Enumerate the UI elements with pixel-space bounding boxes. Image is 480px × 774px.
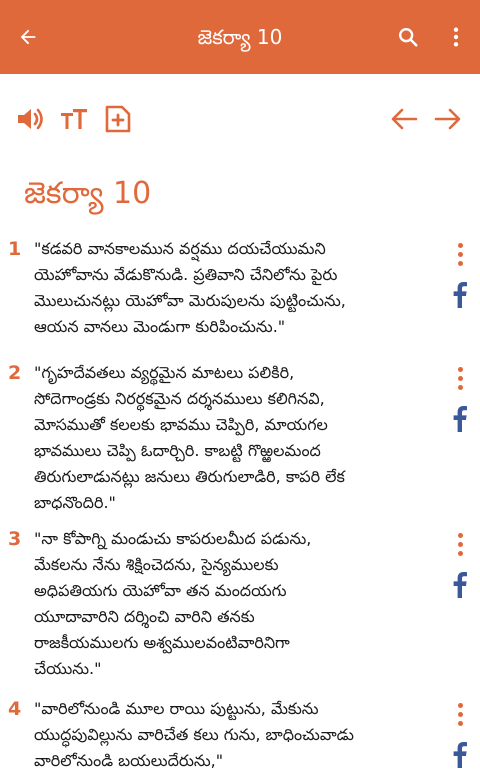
verse-line: ఆయన వానలు మెండుగా కురిపించును." xyxy=(34,317,286,336)
verse-line: మోసముతో కలలకు భావము చెప్పిరి, మాయగల xyxy=(34,415,328,434)
facebook-icon xyxy=(453,742,467,768)
verse-number: 3 xyxy=(8,528,22,550)
verse-line: బాధనొందిరి." xyxy=(34,493,116,512)
verse-menu-button[interactable] xyxy=(448,360,472,396)
search-button[interactable] xyxy=(384,0,432,74)
facebook-share-button[interactable] xyxy=(448,740,472,770)
more-vert-icon xyxy=(453,27,459,47)
verse-line: సోదెగాండ్రకు నిరర్థకమైన దర్శనములు కలిగిన… xyxy=(34,389,325,408)
verse-text: "కడవరి వానకాలమున వర్షము దయచేయుమని యెహోవా… xyxy=(34,236,430,340)
add-note-button[interactable] xyxy=(98,99,138,139)
chapter-navigation xyxy=(382,99,470,139)
text-size-icon xyxy=(61,109,87,129)
verse-line: "గృహదేవతలు వ్యర్థమైన మాటలు పలికిరి, xyxy=(34,363,295,382)
verse-line: చేయును." xyxy=(34,659,102,678)
verse-line: "నా కోపాగ్ని మండుచు కాపరులమీద పడును, xyxy=(34,529,312,548)
verse-menu-button[interactable] xyxy=(448,526,472,562)
verse-number: 1 xyxy=(8,238,22,260)
verse-actions xyxy=(448,236,472,310)
verse-actions xyxy=(448,360,472,434)
verse-line: యెహోవాను వేడుకొనుడి. ప్రతివాని చేనిలోను … xyxy=(34,265,338,284)
next-chapter-button[interactable] xyxy=(426,99,470,139)
arrow-left-icon xyxy=(20,29,36,45)
verse-item: 4 "వారిలోనుండి మూల రాయి పుట్టును, మేకును… xyxy=(8,696,480,774)
facebook-share-button[interactable] xyxy=(448,280,472,310)
verse-actions xyxy=(448,696,472,770)
text-size-button[interactable] xyxy=(54,99,94,139)
verse-item: 2 "గృహదేవతలు వ్యర్థమైన మాటలు పలికిరి, సో… xyxy=(8,360,480,516)
verse-list: 1 "కడవరి వానకాలమున వర్షము దయచేయుమని యెహో… xyxy=(0,236,480,774)
chapter-heading: జెకర్యా 10 xyxy=(24,176,152,211)
appbar-actions xyxy=(384,0,480,74)
speaker-icon xyxy=(18,108,43,130)
verse-line: "కడవరి వానకాలమున వర్షము దయచేయుమని xyxy=(34,239,326,258)
app-bar: జెకర్యా 10 xyxy=(0,0,480,74)
verse-line: తిరుగులాడునట్లు జనులు తిరుగులాడిరి, కాపర… xyxy=(34,467,345,486)
verse-number: 2 xyxy=(8,362,22,384)
facebook-icon xyxy=(453,282,467,308)
back-button[interactable] xyxy=(0,0,56,74)
verse-line: భావములు చెప్పి ఓదార్చిరి. కాబట్టి గొఱ్ఱల… xyxy=(34,441,321,460)
previous-chapter-button[interactable] xyxy=(382,99,426,139)
verse-text: "వారిలోనుండి మూల రాయి పుట్టును, మేకును య… xyxy=(34,696,430,774)
verse-line: "వారిలోనుండి మూల రాయి పుట్టును, మేకును xyxy=(34,699,319,718)
verse-line: యుద్ధపువిల్లును వారిచేత కలు గును, బాధించ… xyxy=(34,725,354,744)
facebook-share-button[interactable] xyxy=(448,404,472,434)
audio-button[interactable] xyxy=(10,99,50,139)
verse-actions xyxy=(448,526,472,600)
verse-menu-button[interactable] xyxy=(448,696,472,732)
search-icon xyxy=(399,28,418,47)
verse-line: మొలుచునట్లు యెహోవా మెరుపులను పుట్టించును… xyxy=(34,291,346,310)
verse-item: 1 "కడవరి వానకాలమున వర్షము దయచేయుమని యెహో… xyxy=(8,236,480,340)
next-arrow-icon xyxy=(434,108,461,130)
facebook-share-button[interactable] xyxy=(448,570,472,600)
verse-line: అధిపతియగు యెహోవా తన మందయగు xyxy=(34,581,287,600)
previous-arrow-icon xyxy=(391,108,418,130)
verse-line: వారిలోనుండి బయలుదేరును," xyxy=(34,751,224,770)
verse-text: "నా కోపాగ్ని మండుచు కాపరులమీద పడును, మేక… xyxy=(34,526,430,682)
verse-menu-button[interactable] xyxy=(448,236,472,272)
more-options-button[interactable] xyxy=(432,0,480,74)
facebook-icon xyxy=(453,406,467,432)
verse-line: మేకలను నేను శిక్షించెదను, సైన్యములకు xyxy=(34,555,279,574)
reader-toolbar xyxy=(0,74,480,164)
add-note-icon xyxy=(105,105,131,133)
verse-item: 3 "నా కోపాగ్ని మండుచు కాపరులమీద పడును, మ… xyxy=(8,526,480,682)
verse-line: రాజకీయములగు అశ్వములవంటివారినిగా xyxy=(34,633,290,652)
verse-text: "గృహదేవతలు వ్యర్థమైన మాటలు పలికిరి, సోదె… xyxy=(34,360,430,516)
facebook-icon xyxy=(453,572,467,598)
verse-line: యూదావారిని దర్శించి వారిని తనకు xyxy=(34,607,255,626)
verse-number: 4 xyxy=(8,698,22,720)
